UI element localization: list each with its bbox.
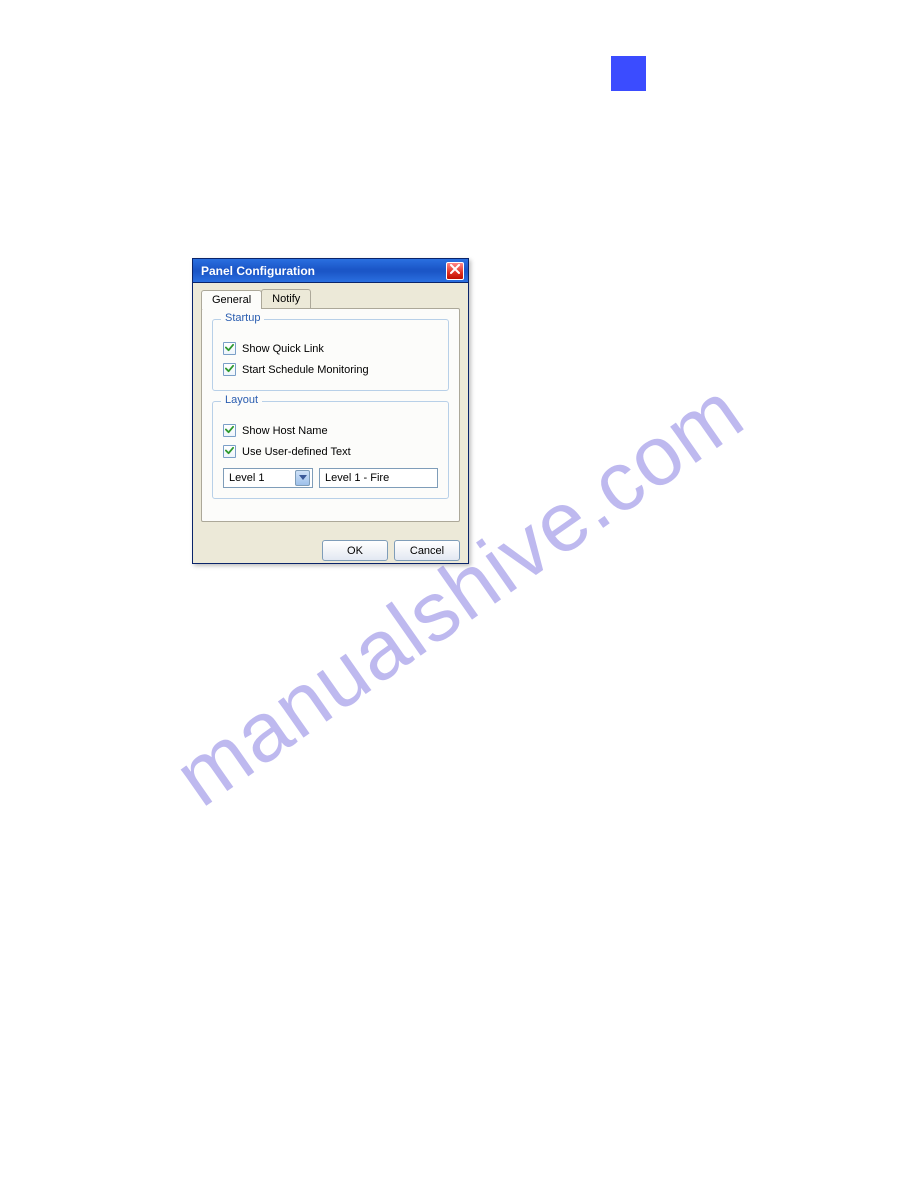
- row-show-host-name: Show Host Name: [223, 420, 438, 441]
- tabpanel-general: Startup Show Quick Link S: [201, 308, 460, 522]
- checkbox-show-host-name[interactable]: [223, 424, 236, 437]
- checkbox-start-schedule-monitoring[interactable]: [223, 363, 236, 376]
- row-use-user-defined-text: Use User-defined Text: [223, 441, 438, 462]
- group-layout-legend: Layout: [221, 394, 262, 406]
- check-icon: [225, 343, 234, 355]
- label-start-schedule-monitoring: Start Schedule Monitoring: [242, 364, 369, 376]
- row-start-schedule-monitoring: Start Schedule Monitoring: [223, 359, 438, 380]
- tabstrip: General Notify: [201, 289, 460, 308]
- tab-general[interactable]: General: [201, 290, 262, 309]
- group-startup: Startup Show Quick Link S: [212, 319, 449, 391]
- titlebar-text: Panel Configuration: [201, 264, 315, 278]
- label-show-quick-link: Show Quick Link: [242, 343, 324, 355]
- panel-configuration-dialog: Panel Configuration General Notify Start…: [192, 258, 469, 564]
- titlebar[interactable]: Panel Configuration: [193, 259, 468, 283]
- close-icon: [450, 264, 460, 277]
- dialog-client-area: General Notify Startup Show Quick Link: [193, 283, 468, 532]
- check-icon: [225, 364, 234, 376]
- group-startup-legend: Startup: [221, 312, 264, 324]
- row-show-quick-link: Show Quick Link: [223, 338, 438, 359]
- ok-button[interactable]: OK: [322, 540, 388, 561]
- button-row: OK Cancel: [193, 532, 468, 563]
- label-show-host-name: Show Host Name: [242, 425, 328, 437]
- tab-notify[interactable]: Notify: [261, 289, 311, 308]
- cancel-button[interactable]: Cancel: [394, 540, 460, 561]
- level-select[interactable]: Level 1: [223, 468, 313, 488]
- level-select-value: Level 1: [229, 472, 264, 484]
- label-use-user-defined-text: Use User-defined Text: [242, 446, 351, 458]
- chevron-down-icon: [299, 472, 307, 484]
- check-icon: [225, 425, 234, 437]
- check-icon: [225, 446, 234, 458]
- group-layout: Layout Show Host Name Use: [212, 401, 449, 499]
- page-number-square: [611, 56, 646, 91]
- close-button[interactable]: [446, 262, 464, 280]
- level-text-field[interactable]: Level 1 - Fire: [319, 468, 438, 488]
- row-level-select: Level 1 Level 1 - Fire: [223, 468, 438, 488]
- checkbox-use-user-defined-text[interactable]: [223, 445, 236, 458]
- checkbox-show-quick-link[interactable]: [223, 342, 236, 355]
- level-select-arrow[interactable]: [295, 470, 310, 486]
